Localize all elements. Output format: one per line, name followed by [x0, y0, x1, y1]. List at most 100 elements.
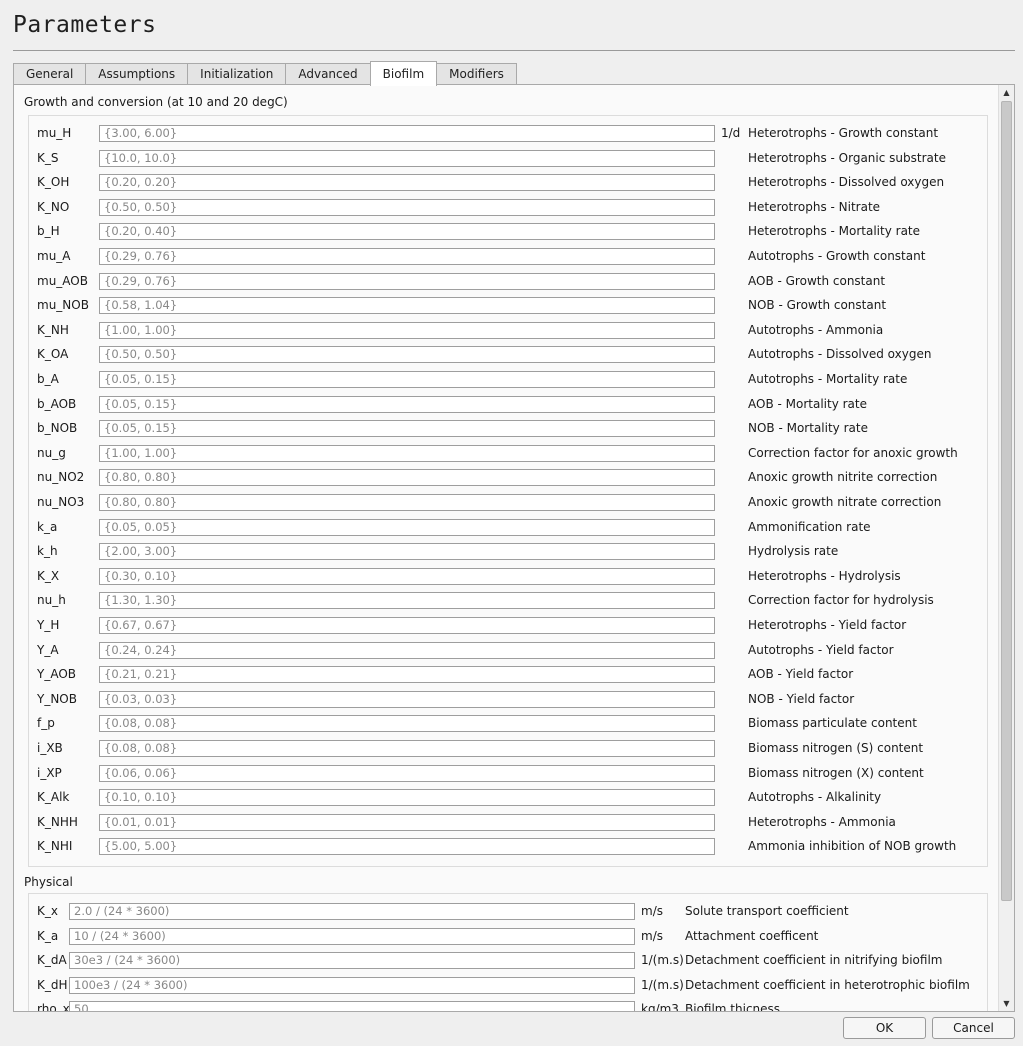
parameter-row: mu_H {3.00, 6.00} 1/d Heterotrophs - Growth… [29, 124, 987, 144]
parameter-row: i_XB {0.08, 0.08} Biomass nitrogen (S) con… [29, 739, 987, 759]
parameter-description: Biomass nitrogen (S) content [748, 741, 924, 755]
parameter-name: nu_h [37, 593, 66, 608]
scroll-content: Growth and conversion (at 10 and 20 degC… [14, 85, 998, 1011]
tab-general[interactable]: General [13, 63, 86, 85]
parameter-row: K_NH {1.00, 1.00} Autotrophs - Ammonia [29, 321, 987, 341]
parameter-name: k_h [37, 544, 58, 559]
parameter-description: Autotrophs - Mortality rate [748, 372, 908, 386]
physical-group: K_x 2.0 / (24 * 3600) m/s Solute transport … [28, 893, 988, 1011]
parameter-value-input[interactable]: {0.06, 0.06} [99, 764, 715, 782]
parameter-unit: kg/m3 [641, 1002, 679, 1011]
parameter-value-input[interactable]: {0.05, 0.15} [99, 395, 715, 413]
parameter-value-input[interactable]: {0.29, 0.76} [99, 248, 715, 265]
parameter-value-input[interactable]: {0.05, 0.15} [99, 371, 715, 388]
parameter-description: Correction factor for anoxic growth [748, 445, 958, 460]
parameter-value-input[interactable]: 10 / (24 * 3600) [69, 927, 635, 945]
parameter-description: Ammonia inhibition of NOB growth [748, 839, 957, 854]
parameter-description: Ammonification rate [748, 519, 871, 534]
parameter-row: mu_NOB {0.58, 1.04} NOB - Growth constant [29, 296, 987, 316]
parameter-name: nu_NO2 [37, 470, 85, 485]
parameter-name: K_OA [37, 347, 69, 362]
parameter-value-input[interactable]: {5.00, 5.00} [99, 838, 715, 856]
parameter-row: K_X {0.30, 0.10} Heterotrophs - Hydrolysis [29, 567, 987, 587]
parameter-row: k_h {2.00, 3.00} Hydrolysis rate [29, 542, 987, 562]
parameter-row: rho_x 50 kg/m3 Biofilm thicness [29, 1000, 987, 1011]
parameter-value-input[interactable]: {0.20, 0.20} [99, 174, 715, 192]
parameter-value-input[interactable]: 50 [69, 1001, 635, 1011]
parameter-name: K_NH [37, 322, 69, 337]
parameter-value-input[interactable]: {10.0, 10.0} [99, 149, 715, 167]
parameter-name: mu_AOB [37, 273, 88, 288]
tab-modifiers[interactable]: Modifiers [437, 63, 517, 85]
parameter-description: NOB - Yield factor [748, 691, 855, 706]
parameter-row: K_NHI {5.00, 5.00} Ammonia inhibition of N… [29, 837, 987, 857]
parameter-value-input[interactable]: {0.58, 1.04} [99, 297, 715, 315]
tab-initialization[interactable]: Initialization [187, 63, 286, 85]
parameter-value-input[interactable]: {1.30, 1.30} [99, 592, 715, 610]
parameter-name: i_XB [37, 741, 63, 755]
parameter-row: b_NOB {0.05, 0.15} NOB - Mortality rate [29, 419, 987, 439]
parameter-name: mu_H [37, 126, 72, 140]
parameter-value-input[interactable]: {0.03, 0.03} [99, 690, 715, 708]
parameter-description: Autotrophs - Ammonia [748, 322, 884, 337]
parameter-name: f_p [37, 716, 55, 731]
parameter-description: Heterotrophs - Growth constant [748, 126, 939, 140]
parameter-row: K_OH {0.20, 0.20} Heterotrophs - Dissolved… [29, 173, 987, 193]
parameter-value-input[interactable]: {3.00, 6.00} [99, 125, 715, 142]
parameter-row: K_NO {0.50, 0.50} Heterotrophs - Nitrate [29, 198, 987, 218]
parameter-description: Hydrolysis rate [748, 544, 839, 559]
cancel-button[interactable]: Cancel [932, 1017, 1015, 1039]
parameter-value-input[interactable]: {1.00, 1.00} [99, 444, 715, 462]
ok-button[interactable]: OK [843, 1017, 926, 1039]
parameter-row: k_a {0.05, 0.05} Ammonification rate [29, 518, 987, 538]
parameter-row: b_A {0.05, 0.15} Autotrophs - Mortality ra… [29, 370, 987, 390]
parameter-value-input[interactable]: {0.80, 0.80} [99, 494, 715, 511]
parameter-value-input[interactable]: {0.20, 0.40} [99, 223, 715, 241]
parameter-name: K_NHH [37, 814, 78, 829]
vertical-scrollbar[interactable]: ▲ ▼ [998, 85, 1014, 1011]
parameter-row: mu_A {0.29, 0.76} Autotrophs - Growth cons… [29, 247, 987, 267]
parameter-description: Autotrophs - Growth constant [748, 249, 926, 263]
scroll-up-arrow-icon[interactable]: ▲ [999, 85, 1014, 100]
parameter-description: Solute transport coefficient [685, 904, 849, 918]
parameter-value-input[interactable]: {0.21, 0.21} [99, 666, 715, 684]
parameter-row: K_OA {0.50, 0.50} Autotrophs - Dissolved o… [29, 345, 987, 365]
parameter-value-input[interactable]: {0.30, 0.10} [99, 567, 715, 585]
tab-advanced[interactable]: Advanced [285, 63, 370, 85]
parameter-name: K_NHI [37, 839, 73, 854]
scrollbar-thumb[interactable] [1001, 101, 1012, 901]
parameter-value-input[interactable]: {0.67, 0.67} [99, 617, 715, 634]
parameter-value-input[interactable]: {0.29, 0.76} [99, 272, 715, 290]
parameter-name: i_XP [37, 765, 62, 780]
parameter-value-input[interactable]: {1.00, 1.00} [99, 321, 715, 339]
parameter-description: AOB - Mortality rate [748, 396, 867, 411]
parameter-value-input[interactable]: {0.50, 0.50} [99, 198, 715, 216]
parameter-value-input[interactable]: {0.01, 0.01} [99, 813, 715, 831]
scroll-down-arrow-icon[interactable]: ▼ [999, 996, 1014, 1011]
parameter-row: K_Alk {0.10, 0.10} Autotrophs - Alkalinity [29, 788, 987, 808]
parameter-value-input[interactable]: 2.0 / (24 * 3600) [69, 903, 635, 920]
parameter-name: K_S [37, 150, 59, 165]
parameter-name: mu_NOB [37, 298, 89, 313]
parameter-value-input[interactable]: {0.05, 0.15} [99, 420, 715, 438]
parameter-name: Y_NOB [37, 691, 77, 706]
tab-assumptions[interactable]: Assumptions [85, 63, 188, 85]
parameter-value-input[interactable]: {0.05, 0.05} [99, 518, 715, 536]
parameter-value-input[interactable]: {0.08, 0.08} [99, 715, 715, 733]
parameter-name: K_OH [37, 175, 70, 190]
parameter-value-input[interactable]: {0.08, 0.08} [99, 740, 715, 757]
parameter-value-input[interactable]: {0.10, 0.10} [99, 789, 715, 807]
growth-group: mu_H {3.00, 6.00} 1/d Heterotrophs - Growth… [28, 115, 988, 867]
tab-biofilm[interactable]: Biofilm [369, 61, 438, 86]
parameter-value-input[interactable]: 30e3 / (24 * 3600) [69, 952, 635, 970]
parameter-value-input[interactable]: {2.00, 3.00} [99, 543, 715, 561]
parameter-name: K_dH [37, 977, 68, 992]
parameter-value-input[interactable]: {0.24, 0.24} [99, 641, 715, 659]
parameter-value-input[interactable]: 100e3 / (24 * 3600) [69, 976, 635, 994]
parameter-value-input[interactable]: {0.50, 0.50} [99, 346, 715, 364]
parameter-unit: m/s [641, 928, 663, 943]
parameter-description: Heterotrophs - Hydrolysis [748, 568, 901, 583]
parameter-value-input[interactable]: {0.80, 0.80} [99, 469, 715, 487]
title-divider [13, 50, 1015, 51]
parameter-row: K_dA 30e3 / (24 * 3600) 1/(m.s) Detachment … [29, 951, 987, 971]
